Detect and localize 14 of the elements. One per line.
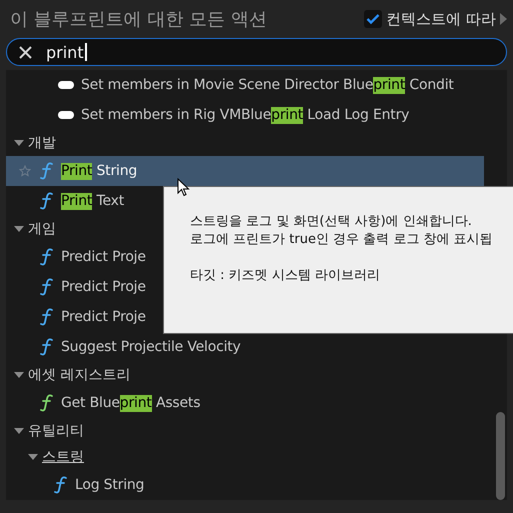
tooltip-text: 타깃 : 키즈멧 시스템 라이브러리: [190, 267, 381, 285]
panel-title: 이 블루프린트에 대한 모든 액션: [10, 8, 267, 31]
action-label: Suggest Projectile Velocity: [61, 339, 241, 355]
action-label: Log String: [75, 477, 144, 493]
action-label: Get Blueprint Assets: [61, 395, 200, 411]
action-label: Set members in Rig VMBlueprint Load Log Entry: [81, 107, 410, 123]
action-label: Predict Proje: [61, 309, 146, 325]
action-label: Predict Proje: [61, 279, 146, 295]
action-label: Predict Proje: [61, 249, 146, 265]
action-label: Print Text: [61, 193, 124, 209]
action-label: Print String: [61, 163, 138, 179]
action-label: Set members in Movie Scene Director Blueprint Condit: [81, 77, 454, 93]
tooltip-text: 로그에 프린트가 true인 경우 출력 로그 창에 표시됩: [190, 231, 494, 249]
tooltip-text: 스트링을 로그 및 화면(선택 사항)에 인쇄합니다.: [190, 213, 473, 231]
